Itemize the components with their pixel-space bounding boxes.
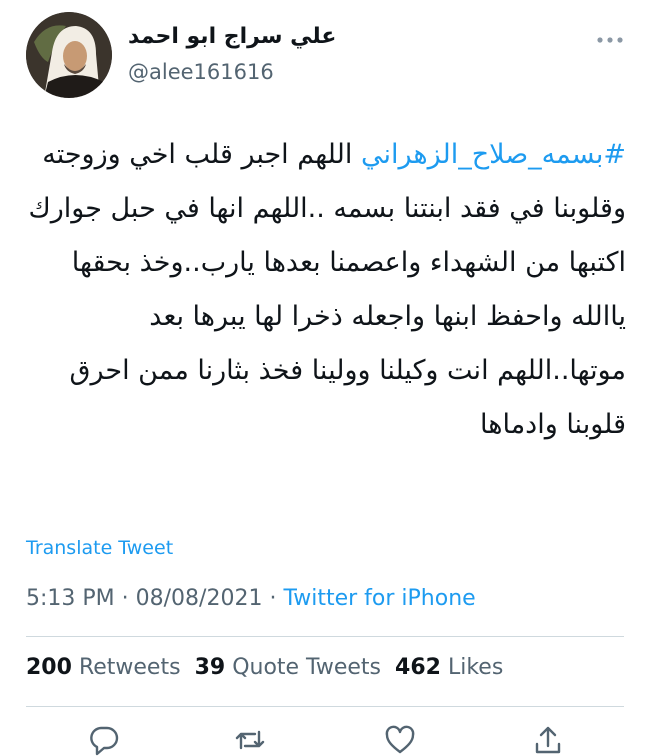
divider bbox=[26, 636, 624, 637]
retweets-label: Retweets bbox=[78, 655, 181, 680]
tweet-source-link[interactable]: Twitter for iPhone bbox=[283, 586, 475, 611]
quotes-count: 39 bbox=[194, 655, 226, 680]
likes-stat[interactable]: 462 Likes bbox=[395, 655, 503, 680]
author-display-name[interactable]: علي سراج ابو احمد bbox=[128, 24, 336, 49]
tweet-text: #بسمه_صلاح_الزهراني اللهم اجبر قلب اخي و… bbox=[26, 128, 626, 452]
tweet-header: علي سراج ابو احمد @alee161616 bbox=[0, 0, 650, 110]
retweet-button[interactable] bbox=[234, 724, 266, 756]
author-handle[interactable]: @alee161616 bbox=[128, 60, 274, 84]
meta-separator: · bbox=[262, 586, 284, 611]
retweets-count: 200 bbox=[26, 655, 72, 680]
share-button[interactable] bbox=[532, 724, 564, 756]
reply-icon bbox=[90, 726, 119, 756]
avatar-photo bbox=[26, 12, 112, 98]
tweet-time: 5:13 PM bbox=[26, 586, 115, 611]
retweet-icon bbox=[235, 730, 265, 750]
quotes-label: Quote Tweets bbox=[232, 655, 382, 680]
meta-separator: · bbox=[114, 586, 136, 611]
tweet-date: 08/08/2021 bbox=[135, 586, 263, 611]
divider bbox=[26, 706, 624, 707]
more-horizontal-icon bbox=[597, 37, 623, 43]
translate-tweet-link[interactable]: Translate Tweet bbox=[26, 537, 173, 559]
heart-icon bbox=[385, 725, 415, 754]
share-icon bbox=[535, 726, 561, 754]
like-button[interactable] bbox=[384, 724, 416, 756]
tweet-metadata: 5:13 PM · 08/08/2021 · Twitter for iPhon… bbox=[26, 586, 476, 611]
engagement-stats: 200 Retweets 39 Quote Tweets 462 Likes bbox=[26, 655, 503, 680]
likes-label: Likes bbox=[447, 655, 504, 680]
hashtag-link[interactable]: #بسمه_صلاح_الزهراني bbox=[361, 139, 626, 170]
avatar[interactable] bbox=[26, 12, 112, 98]
retweets-stat[interactable]: 200 Retweets bbox=[26, 655, 181, 680]
likes-count: 462 bbox=[395, 655, 441, 680]
reply-button[interactable] bbox=[88, 724, 120, 756]
tweet-actions-bar bbox=[0, 716, 650, 756]
more-options-button[interactable] bbox=[594, 28, 626, 52]
tweet-body: اللهم اجبر قلب اخي وزوجته وقلوبنا في فقد… bbox=[28, 139, 626, 440]
quote-tweets-stat[interactable]: 39 Quote Tweets bbox=[195, 655, 381, 680]
